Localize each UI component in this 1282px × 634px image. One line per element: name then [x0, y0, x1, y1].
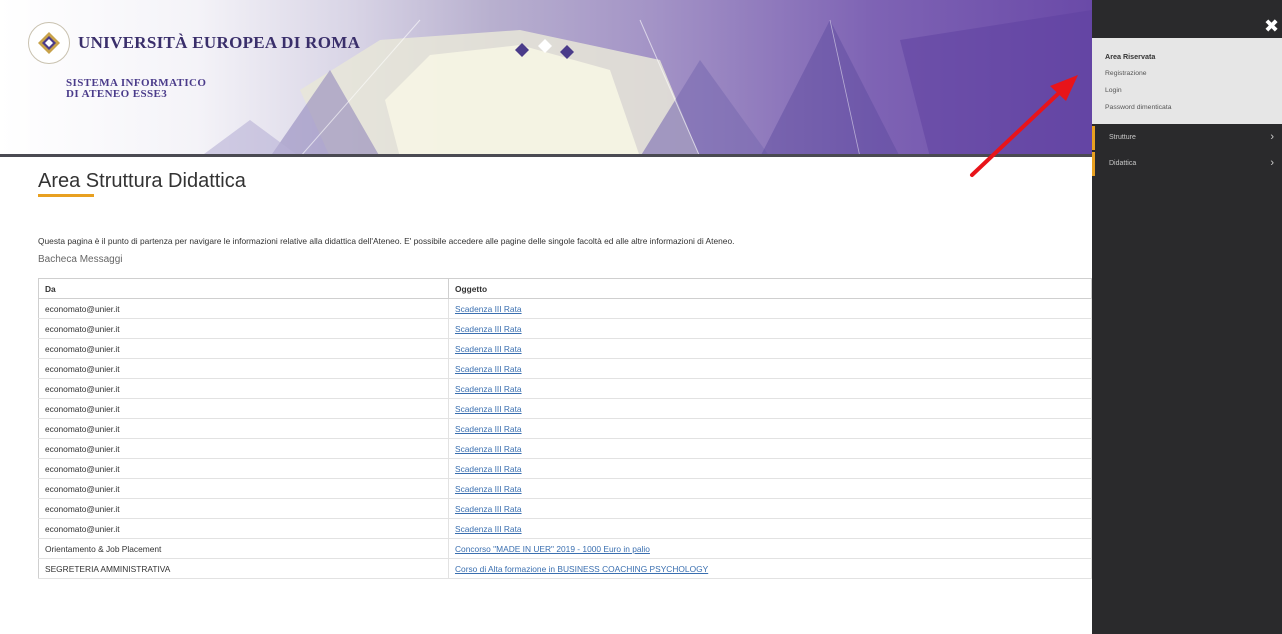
table-row: economato@unier.it Scadenza III Rata [38, 318, 1092, 339]
subject-link[interactable]: Scadenza III Rata [448, 438, 1092, 459]
chevron-right-icon: › [1270, 157, 1274, 169]
subject-link[interactable]: Scadenza III Rata [448, 398, 1092, 419]
subtitle-line-2: DI ATENEO ESSE3 [66, 88, 168, 100]
subject-link[interactable]: Corso di Alta formazione in BUSINESS COA… [448, 558, 1092, 579]
table-row: economato@unier.it Scadenza III Rata [38, 338, 1092, 359]
sender-cell: economato@unier.it [38, 358, 449, 379]
section-title: Bacheca Messaggi [38, 254, 123, 265]
sender-cell: SEGRETERIA AMMINISTRATIVA [38, 558, 449, 579]
sender-cell: economato@unier.it [38, 378, 449, 399]
sender-cell: economato@unier.it [38, 518, 449, 539]
forgot-password-link[interactable]: Password dimenticata [1105, 104, 1172, 111]
column-header-da: Da [38, 278, 449, 299]
login-link[interactable]: Login [1105, 87, 1122, 94]
table-row: economato@unier.it Scadenza III Rata [38, 498, 1092, 519]
subject-link[interactable]: Concorso "MADE IN UER" 2019 - 1000 Euro … [448, 538, 1092, 559]
sender-cell: economato@unier.it [38, 398, 449, 419]
menu-item-label: Didattica [1109, 160, 1137, 167]
subject-link[interactable]: Scadenza III Rata [448, 318, 1092, 339]
messages-table-body: economato@unier.it Scadenza III Rata econo… [38, 298, 1092, 579]
messages-table: Da Oggetto economato@unier.it Scadenza II… [38, 278, 1092, 579]
table-row: economato@unier.it Scadenza III Rata [38, 458, 1092, 479]
menu-item-label: Strutture [1109, 134, 1136, 141]
sender-cell: economato@unier.it [38, 478, 449, 499]
table-row: economato@unier.it Scadenza III Rata [38, 298, 1092, 319]
close-icon[interactable]: ✖ [1264, 16, 1279, 37]
reserved-area: Area Riservata Registrazione Login Passw… [1092, 38, 1282, 124]
table-row: Orientamento & Job Placement Concorso "MA… [38, 538, 1092, 559]
table-row: SEGRETERIA AMMINISTRATIVA Corso di Alta f… [38, 558, 1092, 579]
university-name: UNIVERSITÀ EUROPEA DI ROMA [78, 33, 361, 52]
sender-cell: economato@unier.it [38, 338, 449, 359]
subject-link[interactable]: Scadenza III Rata [448, 378, 1092, 399]
system-subtitle: SISTEMA INFORMATICO DI ATENEO ESSE3 [66, 78, 206, 100]
table-row: economato@unier.it Scadenza III Rata [38, 518, 1092, 539]
register-link[interactable]: Registrazione [1105, 70, 1147, 77]
subject-link[interactable]: Scadenza III Rata [448, 498, 1092, 519]
university-seal-icon [28, 22, 70, 64]
subject-link[interactable]: Scadenza III Rata [448, 358, 1092, 379]
page-title: Area Struttura Didattica [38, 170, 246, 192]
banner-divider [0, 154, 1092, 157]
sender-cell: Orientamento & Job Placement [38, 538, 449, 559]
table-header-row: Da Oggetto [38, 278, 1092, 299]
table-row: economato@unier.it Scadenza III Rata [38, 438, 1092, 459]
sender-cell: economato@unier.it [38, 418, 449, 439]
sender-cell: economato@unier.it [38, 438, 449, 459]
subject-link[interactable]: Scadenza III Rata [448, 518, 1092, 539]
university-logo[interactable]: UNIVERSITÀ EUROPEA DI ROMA [28, 22, 360, 64]
sender-cell: economato@unier.it [38, 458, 449, 479]
intro-text: Questa pagina è il punto di partenza per… [38, 236, 735, 246]
table-row: economato@unier.it Scadenza III Rata [38, 378, 1092, 399]
table-row: economato@unier.it Scadenza III Rata [38, 358, 1092, 379]
sender-cell: economato@unier.it [38, 298, 449, 319]
subject-link[interactable]: Scadenza III Rata [448, 338, 1092, 359]
reserved-area-title: Area Riservata [1105, 52, 1156, 61]
chevron-right-icon: › [1270, 131, 1274, 143]
subject-link[interactable]: Scadenza III Rata [448, 298, 1092, 319]
table-row: economato@unier.it Scadenza III Rata [38, 478, 1092, 499]
column-header-oggetto: Oggetto [448, 278, 1092, 299]
subject-link[interactable]: Scadenza III Rata [448, 458, 1092, 479]
menu-item-strutture[interactable]: Strutture › [1092, 126, 1282, 150]
subject-link[interactable]: Scadenza III Rata [448, 418, 1092, 439]
sender-cell: economato@unier.it [38, 498, 449, 519]
menu-item-didattica[interactable]: Didattica › [1092, 152, 1282, 176]
table-row: economato@unier.it Scadenza III Rata [38, 418, 1092, 439]
subject-link[interactable]: Scadenza III Rata [448, 478, 1092, 499]
title-underline [38, 194, 94, 197]
table-row: economato@unier.it Scadenza III Rata [38, 398, 1092, 419]
sender-cell: economato@unier.it [38, 318, 449, 339]
